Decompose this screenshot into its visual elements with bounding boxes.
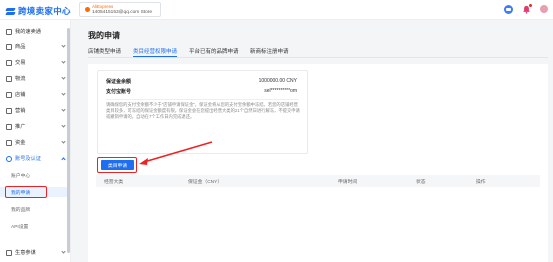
column-header: 经营大类: [104, 180, 124, 185]
sidebar-item-account[interactable]: 账号及认证: [0, 153, 70, 164]
funds-icon: [6, 139, 12, 146]
sidebar-item-label: 店铺: [15, 92, 26, 98]
sidebar-item-orders[interactable]: 交易: [0, 57, 70, 68]
application-card: 保证金余额 1000000.00 CNY 支付宝账号 sel**********…: [88, 64, 548, 262]
sidebar-subitem-my-applications[interactable]: 我的申请: [0, 186, 70, 198]
sidebar-item-label: 我的速卖通: [15, 29, 41, 35]
red-highlight-box: [97, 157, 137, 173]
deposit-label: 保证金余额: [106, 79, 132, 85]
chevron-up-icon: [61, 157, 66, 162]
column-header: 申请时间: [338, 180, 358, 185]
chevron-down-icon: [61, 91, 66, 96]
message-icon[interactable]: [504, 5, 513, 14]
alipay-label: 支付宝账号: [106, 89, 132, 95]
main-content: 我的申请 店铺类型申请 类目经营权限申请 平台已有的品牌申请 新商标注册申请 保…: [71, 20, 553, 262]
sidebar-subitem-account-center[interactable]: 账户中心: [0, 170, 70, 180]
sidebar-subitem-label: API设置: [11, 224, 29, 230]
chevron-down-icon: [61, 75, 66, 80]
logo-text: 跨境卖家中心: [18, 6, 71, 16]
sidebar-item-label: 物流: [15, 76, 26, 82]
page-title: 我的申请: [88, 31, 120, 40]
store-email: 1405415153@qq.com Store: [92, 10, 153, 15]
store-icon: [6, 91, 12, 98]
sidebar-item-logistics[interactable]: 物流: [0, 73, 70, 84]
sidebar-item-products[interactable]: 商品: [0, 41, 70, 52]
promotion-icon: [6, 123, 12, 130]
logistics-icon: [6, 75, 12, 82]
sidebar-item-promotion[interactable]: 推广: [0, 121, 70, 132]
sidebar-subitem-api-settings[interactable]: API设置: [0, 221, 70, 231]
column-header: 保证金（CNY）: [188, 180, 223, 185]
sidebar: 我的速卖通 商品 交易 物流 店铺 营销 推广 资金 账号及认证 账户中心 我的…: [0, 20, 71, 262]
user-icon: [6, 155, 12, 162]
sidebar-item-label: 营销: [15, 108, 26, 114]
chevron-down-icon: [61, 139, 66, 144]
deposit-value: 1000000.00 CNY: [258, 78, 297, 84]
sidebar-item-label: 生意参谋: [15, 250, 36, 256]
sidebar-item-funds[interactable]: 资金: [0, 137, 70, 148]
sidebar-item-label: 交易: [15, 60, 26, 66]
store-switcher[interactable]: AliExpress 1405415153@qq.com Store: [79, 2, 161, 17]
home-icon: [6, 28, 12, 35]
sidebar-item-home[interactable]: 我的速卖通: [0, 26, 70, 37]
bell-icon[interactable]: [522, 4, 532, 14]
divider: [106, 99, 299, 100]
product-icon: [6, 43, 12, 50]
sidebar-subitem-label: 我的品牌: [11, 207, 31, 213]
sidebar-item-label: 账号及认证: [15, 156, 41, 162]
alipay-value: sel**********om: [264, 88, 297, 94]
tab-new-trademark[interactable]: 新商标注册申请: [250, 47, 289, 55]
sidebar-subitem-label: 账户中心: [11, 173, 31, 179]
store-platform-tag: AliExpress: [92, 4, 114, 9]
sidebar-item-label: 商品: [15, 44, 26, 50]
store-icon: [85, 7, 90, 12]
chevron-down-icon: [61, 43, 66, 48]
chevron-down-icon: [61, 123, 66, 128]
deposit-notes: 请确保您的支付宝余额不少于“店铺申请保证金”，保证金将从您的支付宝余额中冻结。若…: [106, 102, 300, 120]
sidebar-scrollbar[interactable]: [67, 28, 70, 253]
deposit-info-box: 保证金余额 1000000.00 CNY 支付宝账号 sel**********…: [97, 70, 308, 154]
column-header: 状态: [416, 180, 426, 185]
marketing-icon: [6, 107, 12, 114]
tab-bar: 店铺类型申请 类目经营权限申请 平台已有的品牌申请 新商标注册申请: [88, 46, 548, 58]
sidebar-item-store[interactable]: 店铺: [0, 89, 70, 100]
avatar[interactable]: [540, 5, 548, 13]
sidebar-item-label: 资金: [15, 140, 26, 146]
chevron-down-icon: [61, 249, 66, 254]
tab-category-permission[interactable]: 类目经营权限申请: [133, 47, 178, 57]
notification-badge: [529, 4, 532, 7]
sidebar-item-label: 推广: [15, 124, 26, 130]
chevron-down-icon: [61, 59, 66, 64]
logo-icon: [6, 7, 15, 16]
sidebar-item-marketing[interactable]: 营销: [0, 105, 70, 116]
tab-store-type[interactable]: 店铺类型申请: [88, 47, 121, 55]
column-header: 操作: [476, 180, 486, 185]
sidebar-subitem-my-brands[interactable]: 我的品牌: [0, 204, 70, 214]
order-icon: [6, 59, 12, 66]
top-bar: 跨境卖家中心 AliExpress 1405415153@qq.com Stor…: [0, 0, 553, 20]
red-highlight-box: [5, 186, 47, 198]
chevron-down-icon: [61, 107, 66, 112]
table-header: 经营大类 保证金（CNY） 申请时间 状态 操作: [96, 175, 540, 187]
chart-icon: [6, 249, 12, 256]
sidebar-item-business-advisor[interactable]: 生意参谋: [0, 247, 70, 258]
tab-existing-brand[interactable]: 平台已有的品牌申请: [189, 47, 239, 55]
logo[interactable]: 跨境卖家中心: [6, 5, 71, 17]
